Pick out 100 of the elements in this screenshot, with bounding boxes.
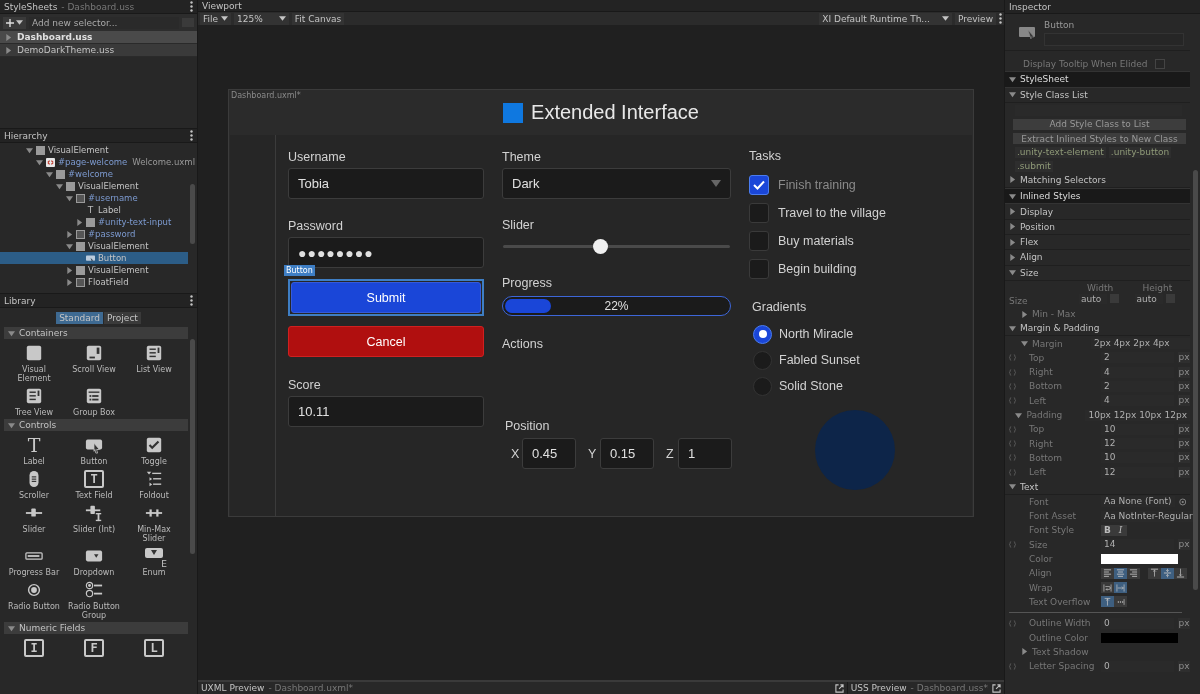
library-item[interactable]: Scroller: [8, 470, 60, 500]
library-item[interactable]: E Enum: [128, 547, 180, 577]
tree-item[interactable]: #username: [0, 192, 197, 204]
tree-item[interactable]: #welcome: [0, 168, 197, 180]
unit-label[interactable]: px: [1178, 381, 1190, 392]
zoom-dropdown[interactable]: 125%: [234, 12, 289, 25]
checkbox[interactable]: [749, 175, 769, 195]
expanded-arrow-icon[interactable]: [1009, 483, 1016, 491]
tree-item[interactable]: VisualElement: [0, 144, 197, 156]
collapsed-arrow-icon[interactable]: [1009, 176, 1016, 184]
unit-label[interactable]: px: [1178, 660, 1190, 672]
unit-label[interactable]: px: [1178, 423, 1190, 435]
align-left-toggle[interactable]: [1101, 567, 1114, 579]
scrollbar[interactable]: [190, 339, 195, 554]
file-menu[interactable]: File: [200, 12, 232, 25]
align-middle-toggle[interactable]: [1161, 567, 1174, 579]
library-item[interactable]: F: [68, 639, 120, 657]
style-toggle[interactable]: I: [1114, 524, 1127, 536]
unit-label[interactable]: px: [1178, 352, 1190, 364]
section-header[interactable]: StyleSheet: [1005, 71, 1190, 88]
expanded-arrow-icon[interactable]: [8, 624, 15, 632]
tree-item[interactable]: #password: [0, 228, 197, 240]
theme-dropdown[interactable]: Dark: [502, 168, 731, 199]
foldout-header[interactable]: Size: [1005, 265, 1190, 281]
checkbox[interactable]: [749, 231, 769, 251]
asset-field[interactable]: Aa NotInter-Regular: [1101, 510, 1196, 522]
expanded-arrow-icon[interactable]: [36, 158, 43, 166]
expanded-arrow-icon[interactable]: [8, 421, 15, 429]
section-header[interactable]: Inlined Styles: [1005, 188, 1190, 205]
library-item[interactable]: Min-Max Slider: [128, 504, 180, 543]
action-button[interactable]: Add Style Class to List: [1013, 118, 1186, 130]
tree-item[interactable]: #unity-text-input: [0, 216, 197, 228]
collapsed-arrow-icon[interactable]: [1021, 648, 1028, 656]
external-window-icon[interactable]: [834, 683, 844, 693]
foldout-header[interactable]: Margin & Padding: [1005, 321, 1190, 337]
username-field[interactable]: Tobia: [288, 168, 484, 199]
library-item[interactable]: Progress Bar: [8, 547, 60, 577]
foldout-header[interactable]: Align: [1005, 250, 1190, 266]
align-top-toggle[interactable]: [1148, 567, 1161, 579]
collapsed-arrow-icon[interactable]: [66, 230, 73, 238]
stylesheet-item[interactable]: Dashboard.uss: [0, 31, 197, 44]
category-header[interactable]: Controls: [4, 419, 188, 431]
tab[interactable]: Project: [104, 312, 141, 324]
align-bottom-toggle[interactable]: [1174, 567, 1187, 579]
style-toggle[interactable]: B: [1101, 524, 1114, 536]
library-item[interactable]: Button: [68, 436, 120, 466]
checkbox[interactable]: [749, 203, 769, 223]
add-button[interactable]: [3, 16, 26, 29]
tree-item[interactable]: VisualElement: [0, 240, 197, 252]
clip-toggle[interactable]: [1101, 596, 1114, 608]
library-item[interactable]: Slider (Int): [68, 504, 120, 543]
checkbox[interactable]: [1155, 59, 1166, 70]
wrap-toggle[interactable]: [1101, 582, 1114, 594]
library-item[interactable]: T Text Field: [68, 470, 120, 500]
library-item[interactable]: Group Box: [68, 387, 120, 417]
theme-dropdown[interactable]: XI Default Runtime Th...: [819, 12, 952, 25]
align-right-toggle[interactable]: [1127, 567, 1140, 579]
foldout-header[interactable]: Margin 2px 4px 2px 4px: [1005, 336, 1190, 351]
external-window-icon[interactable]: [992, 683, 1001, 693]
checkbox[interactable]: [749, 259, 769, 279]
library-item[interactable]: Foldout: [128, 470, 180, 500]
tree-item[interactable]: VisualElement: [0, 180, 197, 192]
preview-button[interactable]: Preview: [954, 12, 996, 25]
tree-item[interactable]: VisualElement: [0, 264, 197, 276]
foldout-header[interactable]: Flex: [1005, 234, 1190, 251]
library-item[interactable]: Visual Element: [8, 344, 60, 383]
stylesheet-item[interactable]: DemoDarkTheme.uss: [0, 44, 197, 57]
menu-icon[interactable]: [190, 130, 193, 141]
collapsed-arrow-icon[interactable]: [1021, 310, 1028, 318]
foldout-header[interactable]: Padding 10px 12px 10px 12px: [1005, 407, 1190, 423]
unit-label[interactable]: px: [1178, 466, 1190, 478]
foldout-header[interactable]: Display: [1005, 204, 1190, 220]
collapsed-arrow-icon[interactable]: [1009, 208, 1016, 215]
style-class-tag[interactable]: .submit: [1015, 160, 1053, 172]
library-item[interactable]: Tree View: [8, 387, 60, 417]
foldout-header[interactable]: Position: [1005, 219, 1190, 235]
number-field[interactable]: 0.45: [522, 438, 576, 469]
library-item[interactable]: Slider: [8, 504, 60, 543]
color-swatch[interactable]: [1101, 554, 1178, 565]
unit-label[interactable]: px: [1178, 617, 1190, 629]
scrollbar[interactable]: [190, 184, 195, 244]
radio-button[interactable]: [753, 324, 772, 344]
cancel-button[interactable]: Cancel: [288, 326, 484, 357]
category-header[interactable]: Numeric Fields: [4, 622, 188, 634]
library-item[interactable]: L: [128, 639, 180, 657]
expanded-arrow-icon[interactable]: [1009, 269, 1016, 277]
tree-item[interactable]: Button: [0, 252, 188, 264]
expanded-arrow-icon[interactable]: [1009, 192, 1016, 200]
library-item[interactable]: Toggle: [128, 436, 180, 466]
no-wrap-toggle[interactable]: [1114, 582, 1127, 594]
foldout-header[interactable]: Text: [1005, 479, 1190, 495]
tree-item[interactable]: T Label: [0, 204, 197, 216]
expanded-arrow-icon[interactable]: [8, 329, 15, 337]
expanded-arrow-icon[interactable]: [66, 242, 73, 250]
slider-thumb[interactable]: [593, 239, 609, 254]
number-field[interactable]: 0.15: [600, 438, 654, 469]
color-swatch[interactable]: [1101, 632, 1178, 643]
library-item[interactable]: Dropdown: [68, 547, 120, 577]
library-item[interactable]: T Label: [8, 436, 60, 466]
style-class-tag[interactable]: .unity-text-element: [1015, 146, 1106, 158]
